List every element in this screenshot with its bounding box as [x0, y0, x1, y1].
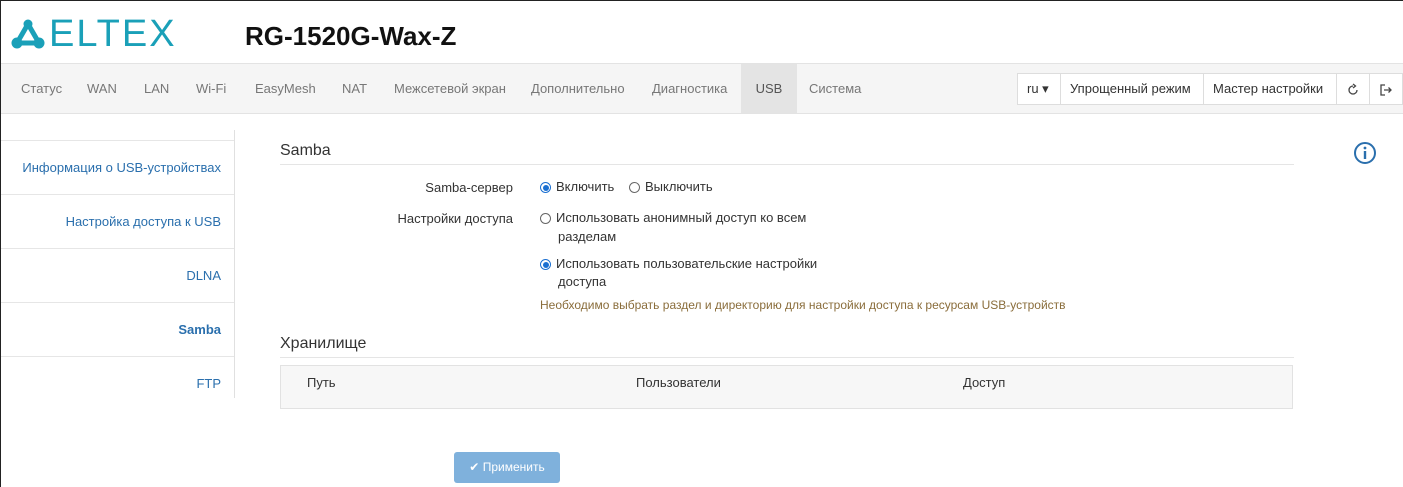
simple-mode-button[interactable]: Упрощенный режим: [1060, 73, 1204, 105]
column-access: Доступ: [963, 375, 1006, 390]
samba-disable-radio[interactable]: [629, 182, 640, 194]
refresh-glyph-icon: [1348, 83, 1358, 95]
sidebar-item-usb-access[interactable]: Настройка доступа к USB: [1, 194, 234, 247]
access-warning: Необходимо выбрать раздел и директорию д…: [540, 298, 1066, 312]
sidebar-item-ftp[interactable]: FTP: [1, 356, 234, 409]
info-circle-icon: [1354, 142, 1376, 164]
tab-easymesh[interactable]: EasyMesh: [243, 64, 328, 113]
top-navbar: Статус WAN LAN Wi-Fi EasyMesh NAT Межсет…: [1, 63, 1403, 114]
apply-button[interactable]: ✔ Применить: [454, 452, 560, 483]
samba-divider: [280, 164, 1294, 165]
sidebar-item-samba[interactable]: Samba: [1, 302, 234, 355]
tab-wan[interactable]: WAN: [75, 64, 129, 113]
tab-firewall[interactable]: Межсетевой экран: [382, 64, 518, 113]
anonymous-access-label-cont: разделам: [558, 229, 617, 244]
check-icon: ✔: [469, 460, 480, 474]
info-icon[interactable]: [1353, 141, 1377, 170]
sidebar-item-usb-info[interactable]: Информация о USB-устройствах: [1, 140, 234, 193]
logout-glyph-icon: [1380, 83, 1392, 96]
eltex-logo[interactable]: ELTEX: [11, 13, 177, 55]
anonymous-access-option[interactable]: Использовать анонимный доступ ко всем: [540, 209, 806, 227]
tab-wifi[interactable]: Wi-Fi: [184, 64, 238, 113]
custom-access-option[interactable]: Использовать пользовательские настройки: [540, 255, 817, 273]
header: ELTEX RG-1520G-Wax-Z: [1, 1, 1403, 63]
custom-access-label: Использовать пользовательские настройки: [556, 256, 818, 271]
samba-enable-label: Включить: [556, 179, 615, 194]
language-dropdown[interactable]: ru ▾: [1017, 73, 1061, 105]
sidebar: Информация о USB-устройствах Настройка д…: [1, 130, 235, 398]
column-users: Пользователи: [636, 375, 721, 390]
anonymous-access-label: Использовать анонимный доступ ко всем: [556, 210, 807, 225]
tab-diagnostics[interactable]: Диагностика: [640, 64, 739, 113]
samba-disable-option[interactable]: Выключить: [629, 178, 713, 196]
logo-text: ELTEX: [49, 13, 177, 55]
samba-enable-radio[interactable]: [540, 182, 551, 194]
logout-icon[interactable]: [1369, 73, 1403, 105]
apply-button-label: Применить: [482, 460, 545, 474]
samba-enable-option[interactable]: Включить: [540, 178, 614, 196]
tab-lan[interactable]: LAN: [132, 64, 181, 113]
tab-nat[interactable]: NAT: [330, 64, 379, 113]
wizard-button[interactable]: Мастер настройки: [1203, 73, 1337, 105]
tab-status[interactable]: Статус: [9, 64, 74, 113]
custom-access-label-cont: доступа: [558, 274, 607, 289]
tab-system[interactable]: Система: [797, 64, 873, 113]
custom-access-radio[interactable]: [540, 259, 551, 271]
samba-server-label: Samba-сервер: [425, 180, 513, 195]
storage-table: Путь Пользователи Доступ: [280, 365, 1293, 409]
tab-usb[interactable]: USB: [741, 64, 797, 113]
samba-disable-label: Выключить: [645, 179, 713, 194]
refresh-icon[interactable]: [1336, 73, 1370, 105]
logo-mark-icon: [11, 19, 45, 49]
device-model: RG-1520G-Wax-Z: [245, 21, 457, 51]
anonymous-access-radio[interactable]: [540, 213, 551, 225]
column-path: Путь: [307, 375, 336, 390]
sidebar-item-dlna[interactable]: DLNA: [1, 248, 234, 301]
storage-divider: [280, 357, 1294, 358]
samba-section-title: Samba: [280, 142, 331, 159]
storage-section-title: Хранилище: [280, 335, 367, 352]
tab-advanced[interactable]: Дополнительно: [519, 64, 637, 113]
access-settings-label: Настройки доступа: [397, 211, 513, 226]
